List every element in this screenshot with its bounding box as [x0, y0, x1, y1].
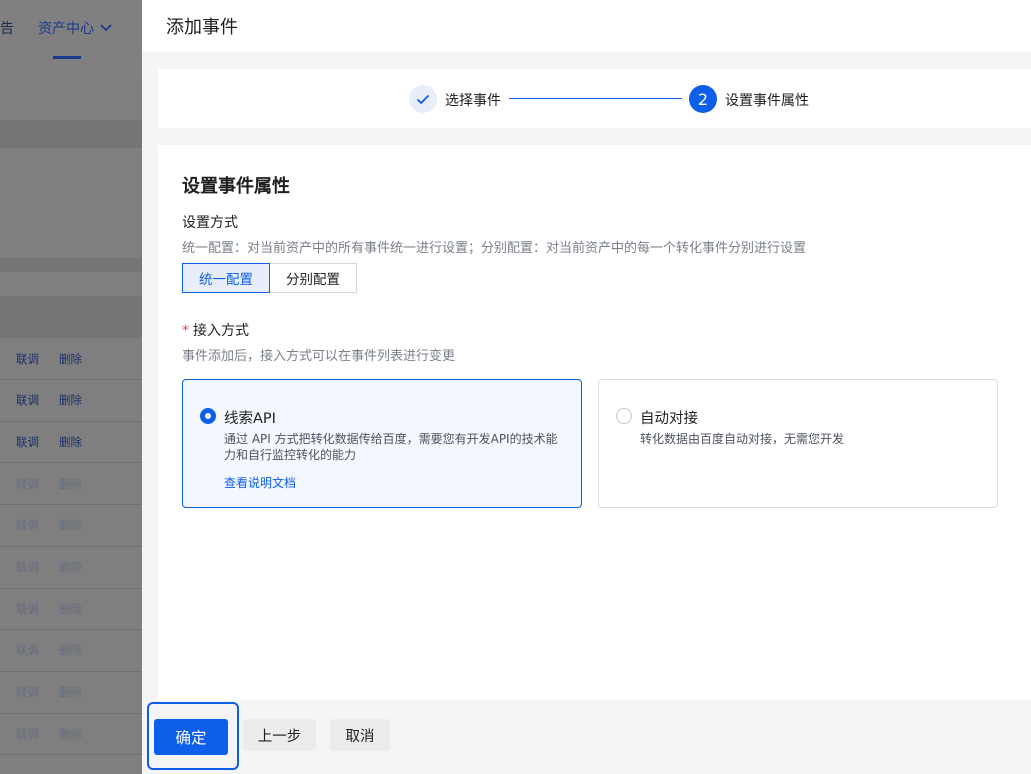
row-debug-link: 联调 [16, 393, 39, 408]
table-row: 联调 删除 [0, 463, 142, 506]
drawer-header: 添加事件 [142, 0, 1031, 52]
option-description: 通过 API 方式把转化数据传给百度，需要您有开发API的技术能力和自行监控转化… [224, 432, 558, 462]
row-debug-link: 联调 [16, 476, 39, 491]
step-1-label: 选择事件 [445, 93, 501, 109]
row-delete-link: 删除 [59, 643, 82, 658]
confirm-button[interactable]: 确定 [154, 719, 228, 755]
separate-config-option[interactable]: 分别配置 [270, 263, 357, 293]
access-mode-hint: 事件添加后，接入方式可以在事件列表进行变更 [182, 349, 456, 364]
auto-connect-option-card[interactable]: 自动对接 转化数据由百度自动对接，无需您开发 [598, 379, 998, 508]
table-row: 联调 删除 [0, 630, 142, 672]
row-debug-link: 联调 [16, 601, 39, 616]
nav-item-asset-center: 资产中心 [38, 18, 112, 38]
step-connector [509, 98, 682, 99]
table-row: 联调 删除 [0, 672, 142, 714]
view-docs-link[interactable]: 查看说明文档 [224, 474, 296, 491]
add-event-drawer: 添加事件 选择事件 2 设置事件属性 设置事件属性 设置方式 统一配置：对当前资… [142, 0, 1031, 774]
row-debug-link: 联调 [16, 351, 39, 366]
table-row: 联调 删除 [0, 380, 142, 422]
table-row: 联调 删除 [0, 421, 142, 464]
row-delete-link: 删除 [59, 393, 82, 408]
nav-active-indicator [53, 56, 81, 59]
step-1-done-indicator [409, 85, 437, 113]
row-delete-link: 删除 [59, 560, 82, 574]
background-band [0, 258, 142, 272]
setting-mode-hint: 统一配置：对当前资产中的所有事件统一进行设置；分别配置：对当前资产中的每一个转化… [182, 241, 807, 256]
row-debug-link: 联调 [16, 685, 39, 700]
access-mode-label-row: * 接入方式 [182, 320, 249, 340]
required-mark: * [182, 323, 189, 339]
access-mode-label: 接入方式 [193, 323, 249, 339]
table-row: 联调 删除 [0, 547, 142, 589]
nav-item-label: 资产中心 [38, 21, 94, 37]
check-icon [416, 94, 430, 104]
steps-bar: 选择事件 2 设置事件属性 [158, 69, 1031, 128]
radio-unselected-icon[interactable] [616, 408, 632, 424]
table-row: 联调 删除 [0, 338, 142, 380]
table-row: 联调 删除 [0, 588, 142, 631]
cancel-button[interactable]: 取消 [330, 719, 390, 751]
option-title: 线索API [224, 411, 276, 427]
background-band [0, 120, 142, 148]
step-2-label: 设置事件属性 [725, 93, 809, 109]
row-debug-link: 联调 [16, 434, 39, 449]
previous-step-button[interactable]: 上一步 [243, 719, 316, 751]
setting-mode-selector: 统一配置 分别配置 [182, 263, 357, 293]
section-title: 设置事件属性 [182, 176, 290, 197]
background-page: 告 资产中心 联调 删除 联调 删除 联调 删除 联调 删除 联调 删除 联调 删除 联调 删除 联调 删除联… [0, 0, 142, 774]
background-table-header [0, 296, 142, 338]
table-row: 联调 删除 [0, 713, 142, 756]
option-title: 自动对接 [640, 411, 698, 427]
chevron-down-icon [100, 24, 112, 32]
event-settings-form: 设置事件属性 设置方式 统一配置：对当前资产中的所有事件统一进行设置；分别配置：… [158, 145, 1031, 700]
row-delete-link: 删除 [59, 685, 82, 700]
row-delete-link: 删除 [59, 476, 82, 491]
row-delete-link: 删除 [59, 601, 82, 616]
row-debug-link: 联调 [16, 726, 39, 741]
nav-item-partial: 告 [0, 21, 14, 37]
option-description: 转化数据由百度自动对接，无需您开发 [640, 432, 845, 446]
radio-selected-icon[interactable] [200, 408, 216, 424]
step-2-number: 2 [689, 85, 717, 113]
row-delete-link: 删除 [59, 726, 82, 741]
row-debug-link: 联调 [16, 560, 39, 574]
background-header [0, 0, 142, 80]
drawer-title: 添加事件 [166, 17, 238, 38]
row-delete-link: 删除 [59, 351, 82, 366]
row-debug-link: 联调 [16, 643, 39, 658]
table-row: 联调 删除 [0, 505, 142, 547]
setting-mode-label: 设置方式 [182, 215, 238, 231]
row-delete-link: 删除 [59, 434, 82, 449]
unified-config-option[interactable]: 统一配置 [182, 263, 270, 293]
lead-api-option-card[interactable]: 线索API 通过 API 方式把转化数据传给百度，需要您有开发API的技术能力和… [182, 379, 582, 508]
row-debug-link: 联调 [16, 518, 39, 533]
row-delete-link: 删除 [59, 518, 82, 533]
